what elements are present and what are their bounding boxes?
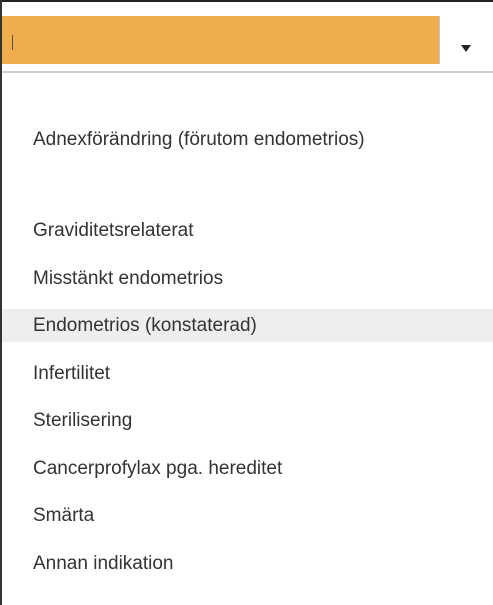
dropdown-panel: Adnexförändring (förutom endometrios) Gr… (0, 0, 493, 605)
text-cursor (12, 35, 13, 50)
option-endometrios-konstaterad[interactable]: Endometrios (konstaterad) (2, 309, 493, 342)
option-adnexforandring[interactable]: Adnexförändring (förutom endometrios) (2, 124, 493, 155)
option-infertilitet[interactable]: Infertilitet (2, 357, 493, 390)
select-input[interactable] (2, 16, 439, 64)
select-control[interactable] (2, 0, 493, 73)
option-smarta[interactable]: Smärta (2, 499, 493, 532)
dropdown-toggle[interactable] (439, 16, 493, 64)
option-annan-indikation[interactable]: Annan indikation (2, 547, 493, 580)
option-graviditetsrelaterat[interactable]: Graviditetsrelaterat (2, 214, 493, 247)
option-misstankt-endometrios[interactable]: Misstänkt endometrios (2, 262, 493, 295)
option-cancerprofylax[interactable]: Cancerprofylax pga. hereditet (2, 452, 493, 485)
triangle-down-icon (461, 45, 471, 52)
option-sterilisering[interactable]: Sterilisering (2, 404, 493, 437)
options-list: Adnexförändring (förutom endometrios) Gr… (2, 73, 493, 605)
